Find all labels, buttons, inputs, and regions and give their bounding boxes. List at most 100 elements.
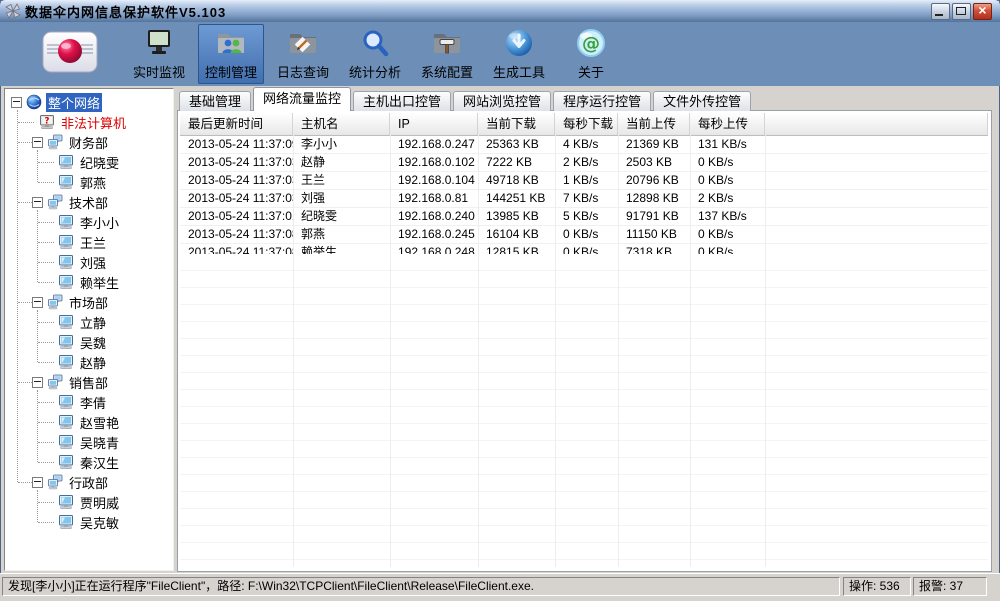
tab-网络流量监控[interactable]: 网络流量监控 [253, 87, 351, 111]
tree-node-王兰[interactable]: 王兰 [5, 232, 174, 252]
tree-node-非法计算机[interactable]: ? 非法计算机 [5, 112, 174, 132]
table-cell [765, 154, 988, 171]
table-cell: 赵静 [293, 154, 390, 171]
toolbar-button-about[interactable]: @关于 [558, 24, 624, 84]
column-header-IP[interactable]: IP [390, 113, 478, 135]
toolbar-button-label: 日志查询 [277, 62, 329, 81]
table-cell [765, 136, 988, 153]
tab-主机出口控管[interactable]: 主机出口控管 [353, 91, 451, 111]
toolbar-button-control-management[interactable]: 控制管理 [198, 24, 264, 84]
tree-node-吴魏[interactable]: 吴魏 [5, 332, 174, 352]
table-cell: 0 KB/s [555, 226, 618, 243]
tree-node-赖举生[interactable]: 赖举生 [5, 272, 174, 292]
tree-node-财务部[interactable]: 财务部 [5, 132, 174, 152]
tree-node-label: 非法计算机 [59, 113, 128, 132]
table-row[interactable]: 2013-05-24 11:37:01纪晓雯192.168.0.24013985… [180, 208, 988, 226]
toolbar-button-generate-tools[interactable]: 生成工具 [486, 24, 552, 84]
toolbar-button-label: 统计分析 [349, 62, 401, 81]
computer-icon [58, 254, 74, 270]
table-cell: 21369 KB [618, 136, 690, 153]
toolbar-button-realtime-monitor[interactable]: 实时监视 [126, 24, 192, 84]
table-header-row: 最后更新时间主机名IP当前下载每秒下载当前上传每秒上传 [180, 113, 988, 136]
tree-node-贾明威[interactable]: 贾明威 [5, 492, 174, 512]
table-cell: 192.168.0.81 [390, 190, 478, 207]
column-header-主机名[interactable]: 主机名 [293, 113, 390, 135]
tree-node-郭燕[interactable]: 郭燕 [5, 172, 174, 192]
table-cell [765, 226, 988, 243]
collapse-expander-icon[interactable] [11, 97, 22, 108]
collapse-expander-icon[interactable] [32, 377, 43, 388]
computer-icon [58, 214, 74, 230]
close-button[interactable] [973, 3, 992, 20]
tab-基础管理[interactable]: 基础管理 [179, 91, 251, 111]
tree-node-吴克敏[interactable]: 吴克敏 [5, 512, 174, 532]
title-bar: 数据伞内网信息保护软件V5.103 [0, 0, 1000, 23]
network-icon [47, 134, 63, 150]
toolbar: 实时监视控制管理日志查询 统计分析系统配置生成工具@关于 [0, 22, 1000, 86]
toolbar-button-statistics-analysis[interactable]: 统计分析 [342, 24, 408, 84]
table-cell: 192.168.0.247 [390, 136, 478, 153]
computer-icon [58, 234, 74, 250]
table-row[interactable]: 2013-05-24 11:37:03王兰192.168.0.10449718 … [180, 172, 988, 190]
collapse-expander-icon[interactable] [32, 137, 43, 148]
computer-icon [58, 354, 74, 370]
tree-node-label: 李小小 [78, 213, 121, 232]
tree-node-赵静[interactable]: 赵静 [5, 352, 174, 372]
tree-node-技术部[interactable]: 技术部 [5, 192, 174, 212]
table-row[interactable]: 2013-05-24 11:37:03赵静192.168.0.1027222 K… [180, 154, 988, 172]
tree-node-李小小[interactable]: 李小小 [5, 212, 174, 232]
table-cell: 11150 KB [618, 226, 690, 243]
svg-text:?: ? [45, 117, 50, 127]
table-cell: 郭燕 [293, 226, 390, 243]
tree-node-label: 郭燕 [78, 173, 108, 192]
collapse-expander-icon[interactable] [32, 197, 43, 208]
tree-node-label: 吴晓青 [78, 433, 121, 452]
table-cell [765, 172, 988, 189]
tab-网站浏览控管[interactable]: 网站浏览控管 [453, 91, 551, 111]
tree-node-市场部[interactable]: 市场部 [5, 292, 174, 312]
tree-node-立静[interactable]: 立静 [5, 312, 174, 332]
toolbar-button-system-config[interactable]: 系统配置 [414, 24, 480, 84]
toolbar-button-log-query[interactable]: 日志查询 [270, 24, 336, 84]
table-cell: 7 KB/s [555, 190, 618, 207]
column-header-每秒上传[interactable]: 每秒上传 [690, 113, 765, 135]
table-cell: 1 KB/s [555, 172, 618, 189]
collapse-expander-icon[interactable] [32, 477, 43, 488]
tree-node-秦汉生[interactable]: 秦汉生 [5, 452, 174, 472]
column-header-每秒下载[interactable]: 每秒下载 [555, 113, 618, 135]
tree-node-刘强[interactable]: 刘强 [5, 252, 174, 272]
tree-node-label: 整个网络 [46, 93, 102, 112]
minimize-button[interactable] [931, 3, 950, 20]
table-row[interactable]: 2013-05-24 11:37:03刘强192.168.0.81144251 … [180, 190, 988, 208]
collapse-expander-icon[interactable] [32, 297, 43, 308]
column-header-当前下载[interactable]: 当前下载 [478, 113, 555, 135]
table-cell [765, 190, 988, 207]
tab-bar: 基础管理网络流量监控主机出口控管网站浏览控管程序运行控管文件外传控管 [179, 88, 753, 111]
tab-文件外传控管[interactable]: 文件外传控管 [653, 91, 751, 111]
table-cell: 131 KB/s [690, 136, 765, 153]
table-cell: 91791 KB [618, 208, 690, 225]
table-cell: 49718 KB [478, 172, 555, 189]
tree-node-label: 赵静 [78, 353, 108, 372]
department-tree: 整个网络? 非法计算机财务部纪晓雯郭燕技术部李小小王兰刘强赖举生市场部立静吴魏赵静… [4, 88, 174, 571]
tree-node-整个网络[interactable]: 整个网络 [5, 92, 174, 112]
network-icon [47, 374, 63, 390]
table-cell: 25363 KB [478, 136, 555, 153]
tab-程序运行控管[interactable]: 程序运行控管 [553, 91, 651, 111]
tree-node-label: 王兰 [78, 233, 108, 252]
column-header-当前上传[interactable]: 当前上传 [618, 113, 690, 135]
tree-node-销售部[interactable]: 销售部 [5, 372, 174, 392]
monitor-icon [143, 24, 175, 62]
tree-node-吴晓青[interactable]: 吴晓青 [5, 432, 174, 452]
computer-icon [58, 454, 74, 470]
table-row[interactable]: 2013-05-24 11:37:08郭燕192.168.0.24516104 … [180, 226, 988, 244]
tree-node-行政部[interactable]: 行政部 [5, 472, 174, 492]
computer-icon [58, 494, 74, 510]
tree-node-李倩[interactable]: 李倩 [5, 392, 174, 412]
column-header-最后更新时间[interactable]: 最后更新时间 [180, 113, 293, 135]
maximize-button[interactable] [952, 3, 971, 20]
computer-icon [58, 394, 74, 410]
table-row[interactable]: 2013-05-24 11:37:09李小小192.168.0.24725363… [180, 136, 988, 154]
tree-node-纪晓雯[interactable]: 纪晓雯 [5, 152, 174, 172]
tree-node-赵雪艳[interactable]: 赵雪艳 [5, 412, 174, 432]
